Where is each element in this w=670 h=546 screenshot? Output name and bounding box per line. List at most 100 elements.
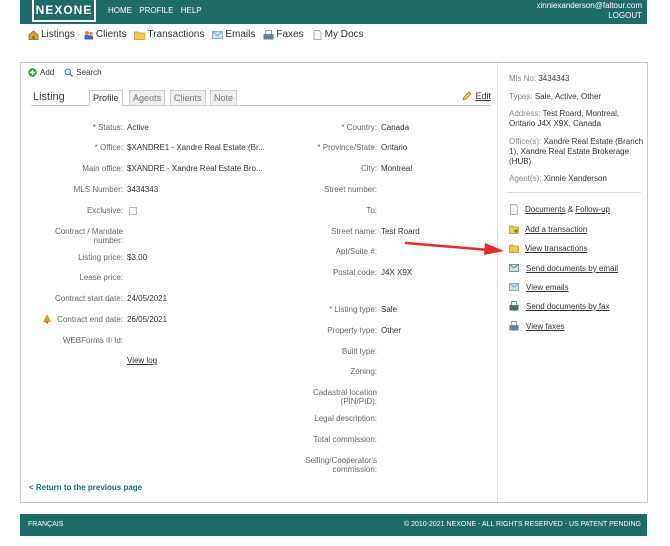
add-button[interactable]: Add: [28, 68, 54, 77]
document-icon: [313, 29, 321, 40]
mls-label: MLS Number:: [73, 185, 123, 194]
top-bar: NEXONE HOME PROFILE HELP xinniexanderson…: [20, 0, 647, 24]
action-send-fax[interactable]: Send documents by fax: [509, 301, 610, 311]
summary-address: Address: Test Roard, Montreal, Ontario J…: [509, 109, 620, 128]
listing-type-label: * Listing type:: [328, 305, 377, 314]
people-icon: [84, 30, 93, 39]
edit-button[interactable]: Edit: [462, 91, 491, 101]
folder-add-icon: [509, 225, 519, 234]
nav-profile[interactable]: PROFILE: [139, 6, 173, 15]
country-value: Canada: [381, 123, 410, 132]
cadastral-label-line2: (PIN/PID):: [340, 397, 377, 406]
status-value: Active: [127, 123, 149, 132]
documents-link[interactable]: Documents: [525, 205, 565, 214]
tab-clients[interactable]: Clients: [170, 90, 206, 106]
country-label: * Country:: [341, 123, 377, 132]
listing-type-value: Sale: [381, 305, 398, 314]
tab-profile[interactable]: Profile: [89, 90, 123, 106]
legal-label: Legal description:: [314, 414, 377, 423]
module-nav: Listings Clients Transactions Emails Fax…: [28, 29, 364, 40]
folder-open-icon: [509, 244, 519, 253]
cadastral-label-line1: Cadastral location: [312, 388, 377, 397]
followup-link[interactable]: Follow-up: [575, 205, 610, 214]
user-email: xinniexanderson@faltour.com: [536, 1, 642, 10]
status-label: * Status:: [92, 123, 123, 132]
end-date-label: Contract end date:: [57, 315, 123, 324]
folder-icon: [134, 31, 146, 40]
postal-label: Postal code:: [332, 268, 377, 277]
main-office-label: Main office:: [82, 164, 123, 173]
action-add-transaction[interactable]: Add a transaction: [509, 224, 587, 234]
user-info: xinniexanderson@faltour.com LOGOUT: [536, 1, 642, 21]
postal-value: J4X X9X: [381, 268, 413, 277]
start-date-value: 24/05/2021: [127, 294, 168, 303]
province-value: Ontario: [381, 143, 408, 152]
module-listings[interactable]: Listings: [28, 29, 75, 40]
lease-price-label: Lease price:: [79, 273, 123, 282]
exclusive-checkbox[interactable]: [129, 207, 137, 215]
contract-label-line2: number:: [93, 236, 123, 245]
city-value: Montreal: [381, 164, 413, 173]
tab-agents[interactable]: Agents: [129, 90, 166, 106]
pencil-icon: [462, 91, 472, 101]
to-label: To:: [366, 206, 377, 215]
document-icon: [510, 204, 518, 215]
street-name-label: Street name:: [331, 227, 377, 236]
logout-link[interactable]: LOGOUT: [536, 11, 642, 21]
summary-types: Types: Sale, Active, Other: [509, 92, 602, 101]
nexone-logo[interactable]: NEXONE: [32, 0, 96, 22]
module-clients[interactable]: Clients: [83, 29, 126, 40]
email-send-icon: [509, 264, 519, 272]
fax-icon: [263, 29, 274, 39]
summary-mls: Mls No: 3434343: [509, 74, 570, 83]
listing-price-label: Listing price:: [78, 253, 123, 262]
tab-note[interactable]: Note: [210, 90, 238, 106]
module-faxes[interactable]: Faxes: [263, 29, 304, 40]
property-type-label: Property type:: [327, 326, 377, 335]
street-number-label: Street number:: [324, 185, 377, 194]
action-send-email[interactable]: Send documents by email: [509, 263, 618, 273]
end-date-value: 26/05/2021: [127, 315, 168, 324]
footer: FRANÇAIS © 2010-2021 NEXONE - ALL RIGHTS…: [20, 514, 647, 536]
copyright-text: © 2010-2021 NEXONE - ALL RIGHTS RESERVED…: [403, 521, 641, 528]
listing-title: Listing: [33, 91, 65, 103]
summary-offices: Office(s): Xandre Real Estate (Branch 1)…: [509, 137, 644, 166]
module-my-docs[interactable]: My Docs: [312, 29, 364, 40]
listing-tabs: Listing Profile Agents Clients Note Edit: [31, 89, 491, 106]
street-name-value: Test Roard: [381, 227, 420, 236]
add-icon: [28, 68, 37, 77]
envelope-icon: [509, 283, 519, 291]
selling-label-line2: commission:: [332, 465, 377, 474]
mls-value: 3434343: [127, 185, 159, 194]
listing-details: Add Search Listing Profile Agents Client…: [21, 63, 498, 502]
module-emails[interactable]: Emails: [212, 29, 255, 40]
selling-label-line1: Selling/Cooperator's: [305, 456, 377, 465]
province-label: * Province/State:: [317, 143, 377, 152]
office-value: $XANDRE1 - Xandre Real Estate (Br...: [127, 143, 265, 152]
top-nav: HOME PROFILE HELP: [108, 6, 207, 15]
search-button[interactable]: Search: [64, 68, 102, 77]
listing-summary-sidebar: Mls No: 3434343 Types: Sale, Active, Oth…: [499, 63, 647, 502]
action-view-emails[interactable]: View emails: [509, 282, 569, 292]
main-office-value: $XANDRE - Xandre Real Estate Bro...: [127, 164, 263, 173]
summary-divider: [507, 192, 641, 193]
start-date-label: Contract start date:: [54, 294, 123, 303]
house-icon: [28, 29, 39, 40]
language-link[interactable]: FRANÇAIS: [28, 521, 63, 528]
view-log-link[interactable]: View log: [127, 356, 157, 365]
contract-label-line1: Contract / Mandate: [54, 227, 123, 236]
return-link[interactable]: < Return to the previous page: [29, 483, 142, 492]
fax-send-icon: [509, 301, 519, 311]
listing-price-value: $3.00: [127, 253, 148, 262]
nav-help[interactable]: HELP: [181, 6, 202, 15]
zoning-label: Zoning:: [350, 367, 377, 376]
property-type-value: Other: [381, 326, 402, 335]
listing-panel: Add Search Listing Profile Agents Client…: [20, 62, 648, 503]
envelope-icon: [212, 30, 224, 39]
nav-home[interactable]: HOME: [108, 6, 132, 15]
action-view-faxes[interactable]: View faxes: [509, 321, 565, 331]
commission-label: Total commission:: [313, 435, 377, 444]
fax-icon: [509, 321, 519, 331]
action-view-transactions[interactable]: View transactions: [509, 243, 588, 253]
module-transactions[interactable]: Transactions: [134, 29, 204, 40]
